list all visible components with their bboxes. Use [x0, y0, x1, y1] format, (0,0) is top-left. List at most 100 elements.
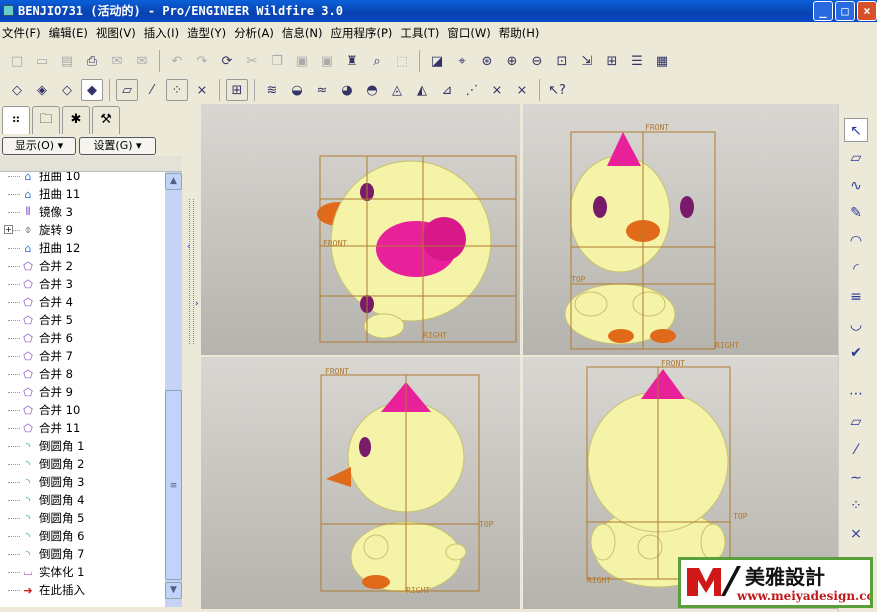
wireframe-icon[interactable]: ◇ [6, 79, 28, 101]
curvature-icon[interactable]: ≈ [311, 79, 333, 101]
delete-analysis-icon[interactable]: ⨯ [486, 79, 508, 101]
tab-connections[interactable]: ⚒ [92, 106, 120, 134]
slope-icon[interactable]: ⊿ [436, 79, 458, 101]
datum-planes-icon[interactable]: ▱ [116, 79, 138, 101]
axis-icon[interactable]: ⁄ [844, 438, 868, 462]
tab-folder-browser[interactable]: 🗀 [32, 106, 60, 134]
tree-item[interactable]: ⌂ 扭曲 11 [8, 185, 80, 203]
tree-item[interactable]: ⬠ 合并 10 [8, 401, 80, 419]
sketch-curve-icon[interactable]: ✎ [844, 201, 868, 225]
curve-icon[interactable]: ∿ [844, 174, 868, 198]
delete-curve-analysis-icon[interactable]: ⋰ [461, 79, 483, 101]
find-icon[interactable]: ⌕ [366, 50, 388, 72]
menu-window[interactable]: 窗口(W) [445, 25, 496, 41]
zoom-out-icon[interactable]: ⊖ [526, 50, 548, 72]
new-icon[interactable]: □ [6, 50, 28, 72]
email-link-icon[interactable]: ✉ [131, 50, 153, 72]
model-player-icon[interactable]: ♜ [341, 50, 363, 72]
saved-views-icon[interactable]: ⊞ [601, 50, 623, 72]
select-icon[interactable]: ↖ [844, 118, 868, 142]
no-hidden-icon[interactable]: ◇ [56, 79, 78, 101]
scroll-thumb[interactable]: ≡ [165, 390, 182, 580]
zoom-in-icon[interactable]: ⊕ [501, 50, 523, 72]
datum-points-icon[interactable]: ⁘ [166, 79, 188, 101]
boundary-surface-icon[interactable]: ◠ [844, 229, 868, 253]
layers-icon[interactable]: ☰ [626, 50, 648, 72]
multi-view-icon[interactable]: ⊞ [226, 79, 248, 101]
datum-plane-tool-icon[interactable]: ⋯ [844, 382, 868, 406]
settings-button[interactable]: 设置(G) ▾ [79, 137, 156, 155]
tree-item[interactable]: ⬠ 合并 4 [8, 293, 73, 311]
email-icon[interactable]: ✉ [106, 50, 128, 72]
cut-icon[interactable]: ✂ [241, 50, 263, 72]
shade-analysis-icon[interactable]: ◓ [361, 79, 383, 101]
tree-item[interactable]: + ⌽ 旋转 9 [4, 221, 73, 239]
tree-item[interactable]: ⫴ 镜像 3 [8, 203, 73, 221]
scroll-up-button[interactable]: ▲ [165, 173, 182, 190]
redo-icon[interactable]: ↷ [191, 50, 213, 72]
style-surface-icon[interactable]: ◜ [844, 257, 868, 281]
tab-model-tree[interactable]: ⠶ [2, 106, 30, 134]
paste-icon[interactable]: ▣ [291, 50, 313, 72]
datum-curve-icon[interactable]: ∼ [844, 466, 868, 490]
trim-icon[interactable]: ≡ [844, 285, 868, 309]
menu-analysis[interactable]: 分析(A) [232, 25, 280, 41]
minimize-button[interactable]: _ [813, 1, 833, 21]
tree-item[interactable]: ◝ 倒圆角 6 [8, 527, 84, 545]
viewport-bottom-left[interactable]: FRONT TOP RIGHT [201, 357, 520, 609]
tree-item[interactable]: ⬠ 合并 8 [8, 365, 73, 383]
orient-icon[interactable]: ⌖ [451, 50, 473, 72]
viewport-top-right[interactable]: FRONT TOP RIGHT [523, 104, 838, 355]
select-box-icon[interactable]: ⬚ [391, 50, 413, 72]
draft-icon[interactable]: ◬ [386, 79, 408, 101]
hidden-line-icon[interactable]: ◈ [31, 79, 53, 101]
tree-item[interactable]: ◝ 倒圆角 4 [8, 491, 84, 509]
show-button[interactable]: 显示(O) ▾ [2, 137, 76, 155]
surface-analysis-icon[interactable]: ◒ [286, 79, 308, 101]
paste-special-icon[interactable]: ▣ [316, 50, 338, 72]
open-icon[interactable]: ▭ [31, 50, 53, 72]
tree-item[interactable]: ⬠ 合并 6 [8, 329, 73, 347]
close-button[interactable]: × [857, 1, 877, 21]
coordinate-systems-icon[interactable]: ⨯ [191, 79, 213, 101]
datum-axes-icon[interactable]: ⁄ [141, 79, 163, 101]
tree-item[interactable]: ◝ 倒圆角 3 [8, 473, 84, 491]
repaint-icon[interactable]: ◪ [426, 50, 448, 72]
tree-item[interactable]: ◝ 倒圆角 1 [8, 437, 84, 455]
scroll-down-button[interactable]: ▼ [165, 582, 182, 599]
done-check-icon[interactable]: ✔ [844, 341, 868, 365]
viewport-top-left[interactable]: FRONT RIGHT [201, 104, 520, 355]
spin-center-icon[interactable]: ⊛ [476, 50, 498, 72]
menu-edit[interactable]: 编辑(E) [47, 25, 94, 41]
tree-item[interactable]: ⬠ 合并 2 [8, 257, 73, 275]
point-icon[interactable]: ⁘ [844, 494, 868, 518]
sketch-plane-icon[interactable]: ▱ [844, 146, 868, 170]
menu-file[interactable]: 文件(F) [0, 25, 47, 41]
tree-item[interactable]: ⬠ 合并 7 [8, 347, 73, 365]
panel-splitter[interactable]: ‹ › [186, 104, 200, 612]
plane-icon[interactable]: ▱ [844, 410, 868, 434]
menu-tools[interactable]: 工具(T) [398, 25, 445, 41]
view-manager-icon[interactable]: ▦ [651, 50, 673, 72]
menu-info[interactable]: 信息(N) [280, 25, 329, 41]
context-help-icon[interactable]: ↖? [546, 79, 568, 101]
tree-item[interactable]: ⌴ 实体化 1 [8, 563, 84, 581]
expand-toggle[interactable]: + [4, 225, 13, 234]
undo-icon[interactable]: ↶ [166, 50, 188, 72]
menu-insert[interactable]: 插入(I) [142, 25, 185, 41]
copy-icon[interactable]: ❐ [266, 50, 288, 72]
curve-analysis-icon[interactable]: ≋ [261, 79, 283, 101]
shading-icon[interactable]: ◆ [81, 79, 103, 101]
menu-applications[interactable]: 应用程序(P) [328, 25, 398, 41]
tree-item[interactable]: ➜ 在此插入 [8, 581, 85, 599]
tree-item[interactable]: ⌂ 扭曲 10 [8, 172, 80, 185]
expand-icon[interactable]: › [195, 299, 199, 309]
regenerate-icon[interactable]: ⟳ [216, 50, 238, 72]
save-icon[interactable]: ▤ [56, 50, 78, 72]
csys-icon[interactable]: ⨯ [844, 522, 868, 546]
tree-item[interactable]: ⬠ 合并 5 [8, 311, 73, 329]
tree-item[interactable]: ◝ 倒圆角 7 [8, 545, 84, 563]
tree-item[interactable]: ⬠ 合并 9 [8, 383, 73, 401]
delete-all-icon[interactable]: ⨯ [511, 79, 533, 101]
tree-item[interactable]: ⌂ 扭曲 12 [8, 239, 80, 257]
